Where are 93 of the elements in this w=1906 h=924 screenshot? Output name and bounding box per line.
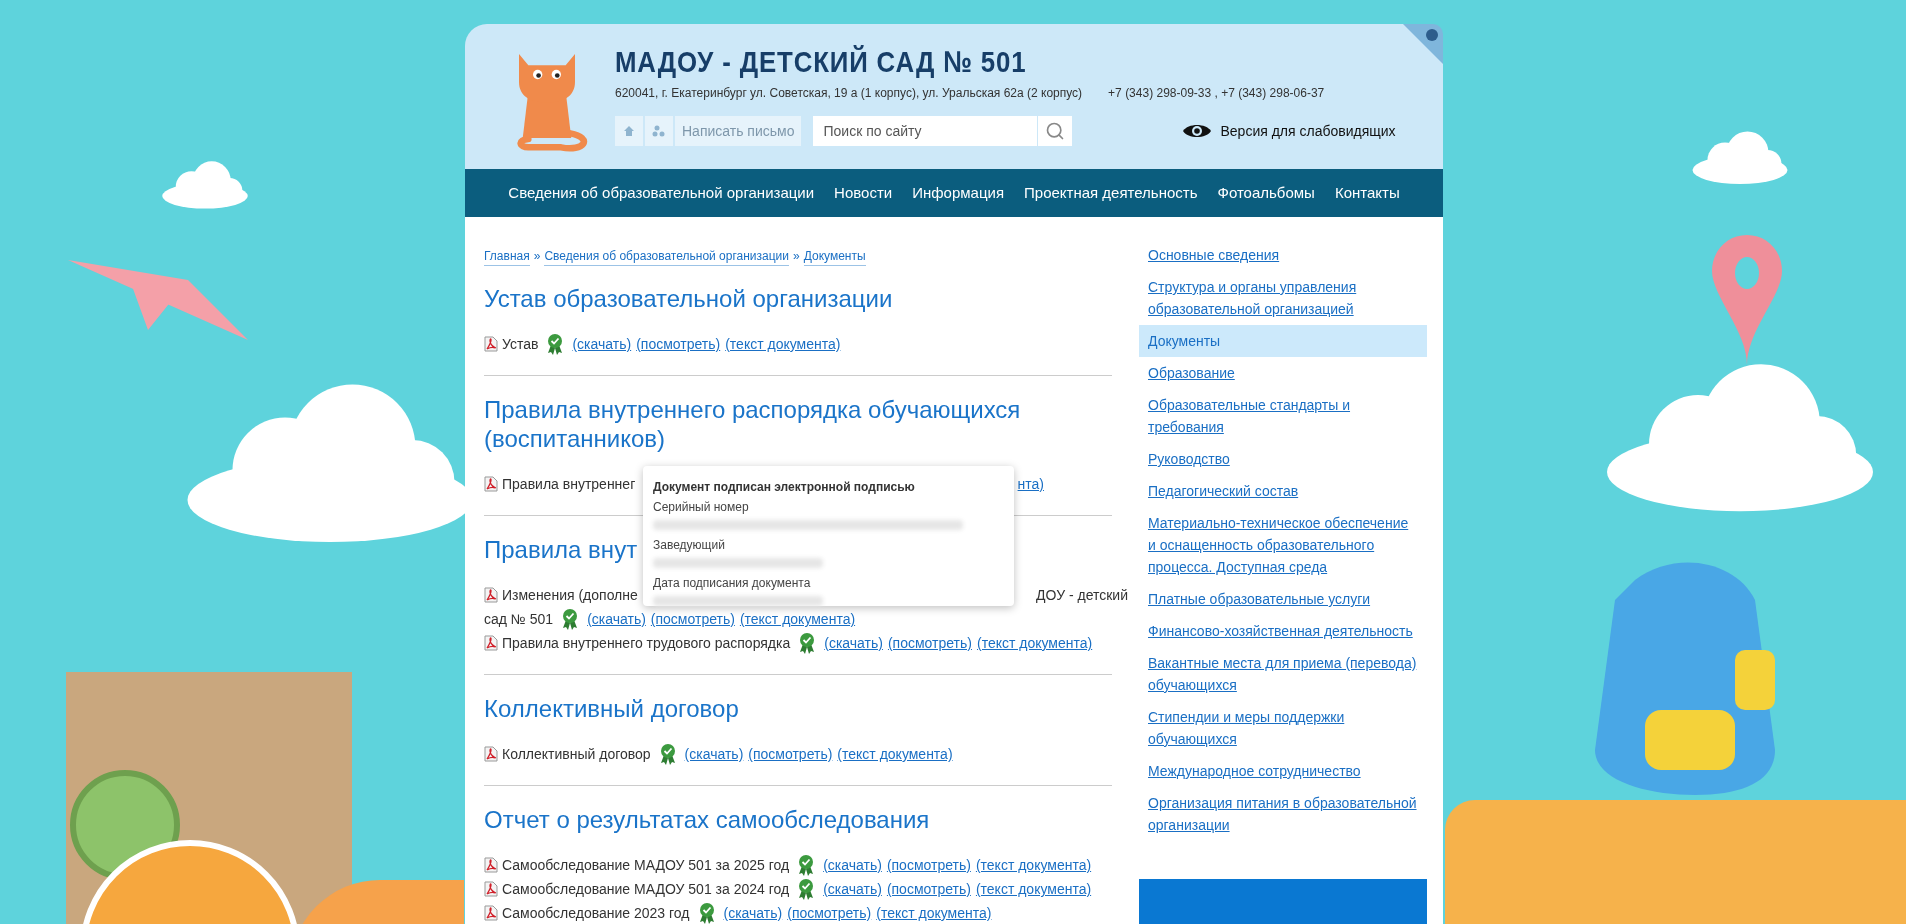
popup-field-label: Дата подписания документа bbox=[653, 575, 812, 592]
pdf-icon bbox=[484, 746, 498, 762]
breadcrumb-link[interactable]: Документы bbox=[803, 247, 866, 266]
document-name: Правила внутреннег bbox=[502, 475, 636, 494]
document-link[interactable]: (посмотреть) bbox=[887, 631, 972, 655]
site-title: МАДОУ - ДЕТСКИЙ САД № 501 bbox=[615, 44, 1028, 80]
document-link[interactable]: (скачать) bbox=[587, 607, 646, 631]
pdf-icon bbox=[484, 857, 498, 873]
pdf-icon bbox=[484, 587, 498, 603]
home-icon bbox=[623, 125, 635, 137]
document-link[interactable]: (скачать) bbox=[723, 901, 783, 924]
document-link[interactable]: (посмотреть) bbox=[650, 607, 735, 631]
sidebar-link[interactable]: Организация питания в образовательной организации bbox=[1139, 787, 1427, 841]
sidebar-link[interactable]: Международное сотрудничество bbox=[1139, 755, 1427, 787]
document-link[interactable]: (скачать) bbox=[823, 853, 882, 877]
certificate-seal-icon[interactable] bbox=[797, 878, 816, 900]
certificate-seal-icon[interactable] bbox=[546, 333, 565, 355]
sidebar-link[interactable]: Руководство bbox=[1139, 443, 1427, 475]
write-letter-button[interactable]: Написать письмо bbox=[675, 116, 802, 146]
document-link[interactable]: (посмотреть) bbox=[886, 853, 971, 877]
document-link[interactable]: (скачать) bbox=[684, 742, 744, 766]
document-link[interactable]: (текст документа) bbox=[876, 901, 992, 924]
sidebar-link[interactable]: Финансово-хозяйственная деятельность bbox=[1139, 615, 1427, 647]
document-link[interactable]: (скачать) bbox=[823, 877, 882, 901]
sidebar-link[interactable]: Педагогический состав bbox=[1139, 475, 1427, 507]
popup-field-label: Серийный номер bbox=[653, 499, 750, 516]
nav-link[interactable]: Проектная деятельность bbox=[1024, 181, 1198, 204]
document-name: Самообследование 2023 год bbox=[502, 904, 690, 923]
phone-text: +7 (343) 298-09-33 , +7 (343) 298-06-37 bbox=[1108, 85, 1325, 102]
document-name-end: ДОУ - детский bbox=[1036, 586, 1128, 605]
document-name-continued: сад № 501 bbox=[484, 610, 554, 629]
document-link[interactable]: (текст документа) bbox=[975, 853, 1092, 877]
pdf-icon bbox=[484, 881, 498, 897]
low-vision-version-link[interactable]: Версия для слабовидящих bbox=[1220, 120, 1396, 142]
search-button[interactable] bbox=[1038, 116, 1073, 146]
sitemap-icon bbox=[652, 125, 666, 137]
document-link[interactable]: (текст документа) bbox=[725, 332, 841, 356]
document-name: Изменения (дополне bbox=[502, 586, 638, 605]
certificate-seal-icon[interactable] bbox=[797, 854, 816, 876]
breadcrumb-link[interactable]: Сведения об образовательной организации bbox=[544, 247, 789, 266]
address-text: 620041, г. Екатеринбург ул. Советская, 19 а (1 корпус), ул. Уральская 62а (2 корпус) bbox=[615, 85, 1083, 102]
document-link[interactable]: (скачать) bbox=[572, 332, 632, 356]
breadcrumb-separator: » bbox=[793, 248, 800, 265]
certificate-seal-icon[interactable] bbox=[798, 632, 817, 654]
document-link[interactable]: (посмотреть) bbox=[886, 877, 971, 901]
document-name-end: нта) bbox=[1017, 475, 1044, 494]
certificate-seal-icon[interactable] bbox=[658, 743, 677, 765]
nav-link[interactable]: Сведения об образовательной организации bbox=[508, 181, 815, 204]
document-name: Правила внутреннего трудового распорядка bbox=[502, 634, 791, 653]
document-link[interactable]: (посмотреть) bbox=[787, 901, 872, 924]
pdf-icon bbox=[484, 635, 498, 651]
section-heading: Устав образовательной организации bbox=[484, 284, 893, 313]
document-link[interactable]: (текст документа) bbox=[739, 607, 856, 631]
breadcrumb-separator: » bbox=[533, 248, 541, 265]
pdf-icon bbox=[484, 905, 498, 921]
document-name: Коллективный договор bbox=[502, 745, 651, 764]
sidebar-link[interactable]: Платные образовательные услуги bbox=[1139, 583, 1427, 615]
globe-corner-icon[interactable] bbox=[1403, 24, 1443, 64]
pdf-icon bbox=[484, 336, 498, 352]
document-link[interactable]: (посмотреть) bbox=[636, 332, 721, 356]
nav-link[interactable]: Информация bbox=[912, 181, 1004, 204]
document-link[interactable]: (текст документа) bbox=[975, 877, 1092, 901]
eye-icon bbox=[1182, 122, 1213, 140]
sidebar-link[interactable]: Материально-техническое обеспечение и оснащенность образовательного процесса. Доступная среда bbox=[1139, 507, 1427, 583]
sidebar-link[interactable]: Основные сведения bbox=[1139, 239, 1427, 271]
document-link[interactable]: (текст документа) bbox=[977, 631, 1093, 655]
section-heading: Коллективный договор bbox=[484, 694, 739, 723]
search-icon bbox=[1045, 121, 1066, 141]
document-link[interactable]: (текст документа) bbox=[837, 742, 953, 766]
sidebar-link[interactable]: Образование bbox=[1139, 357, 1427, 389]
section-heading: Отчет о результатах самообследования bbox=[484, 805, 930, 834]
nav-link[interactable]: Новости bbox=[834, 181, 893, 204]
pdf-icon bbox=[484, 476, 498, 492]
nav-link[interactable]: Фотоальбомы bbox=[1217, 181, 1315, 204]
sidebar-link[interactable]: Образовательные стандарты и требования bbox=[1139, 389, 1427, 443]
popup-field-label: Заведующий bbox=[653, 537, 726, 554]
certificate-seal-icon[interactable] bbox=[561, 608, 580, 630]
sidebar-link[interactable]: Стипендии и меры поддержки обучающихся bbox=[1139, 701, 1427, 755]
section-heading: Правила внут bbox=[484, 535, 638, 564]
section-heading: Правила внутреннего распорядка обучающихся (воспитанников) bbox=[484, 395, 1022, 453]
document-link[interactable]: (посмотреть) bbox=[748, 742, 833, 766]
search-field[interactable]: Поиск по сайту bbox=[813, 116, 1038, 146]
sidebar-link[interactable]: Структура и органы управления образовательной организацией bbox=[1139, 271, 1427, 325]
document-name: Самообследование МАДОУ 501 за 2025 год bbox=[502, 856, 790, 875]
document-link[interactable]: (скачать) bbox=[824, 631, 883, 655]
document-name: Самообследование МАДОУ 501 за 2024 год bbox=[502, 880, 790, 899]
nav-link[interactable]: Контакты bbox=[1334, 181, 1400, 204]
sidebar-link[interactable]: Документы bbox=[1139, 325, 1427, 357]
popup-title: Документ подписан электронной подписью bbox=[653, 479, 916, 496]
certificate-seal-icon[interactable] bbox=[697, 902, 716, 924]
sidebar-link[interactable]: Вакантные места для приема (перевода) обучающихся bbox=[1139, 647, 1427, 701]
breadcrumb-link[interactable]: Главная bbox=[484, 247, 530, 266]
document-name: Устав bbox=[502, 335, 539, 354]
